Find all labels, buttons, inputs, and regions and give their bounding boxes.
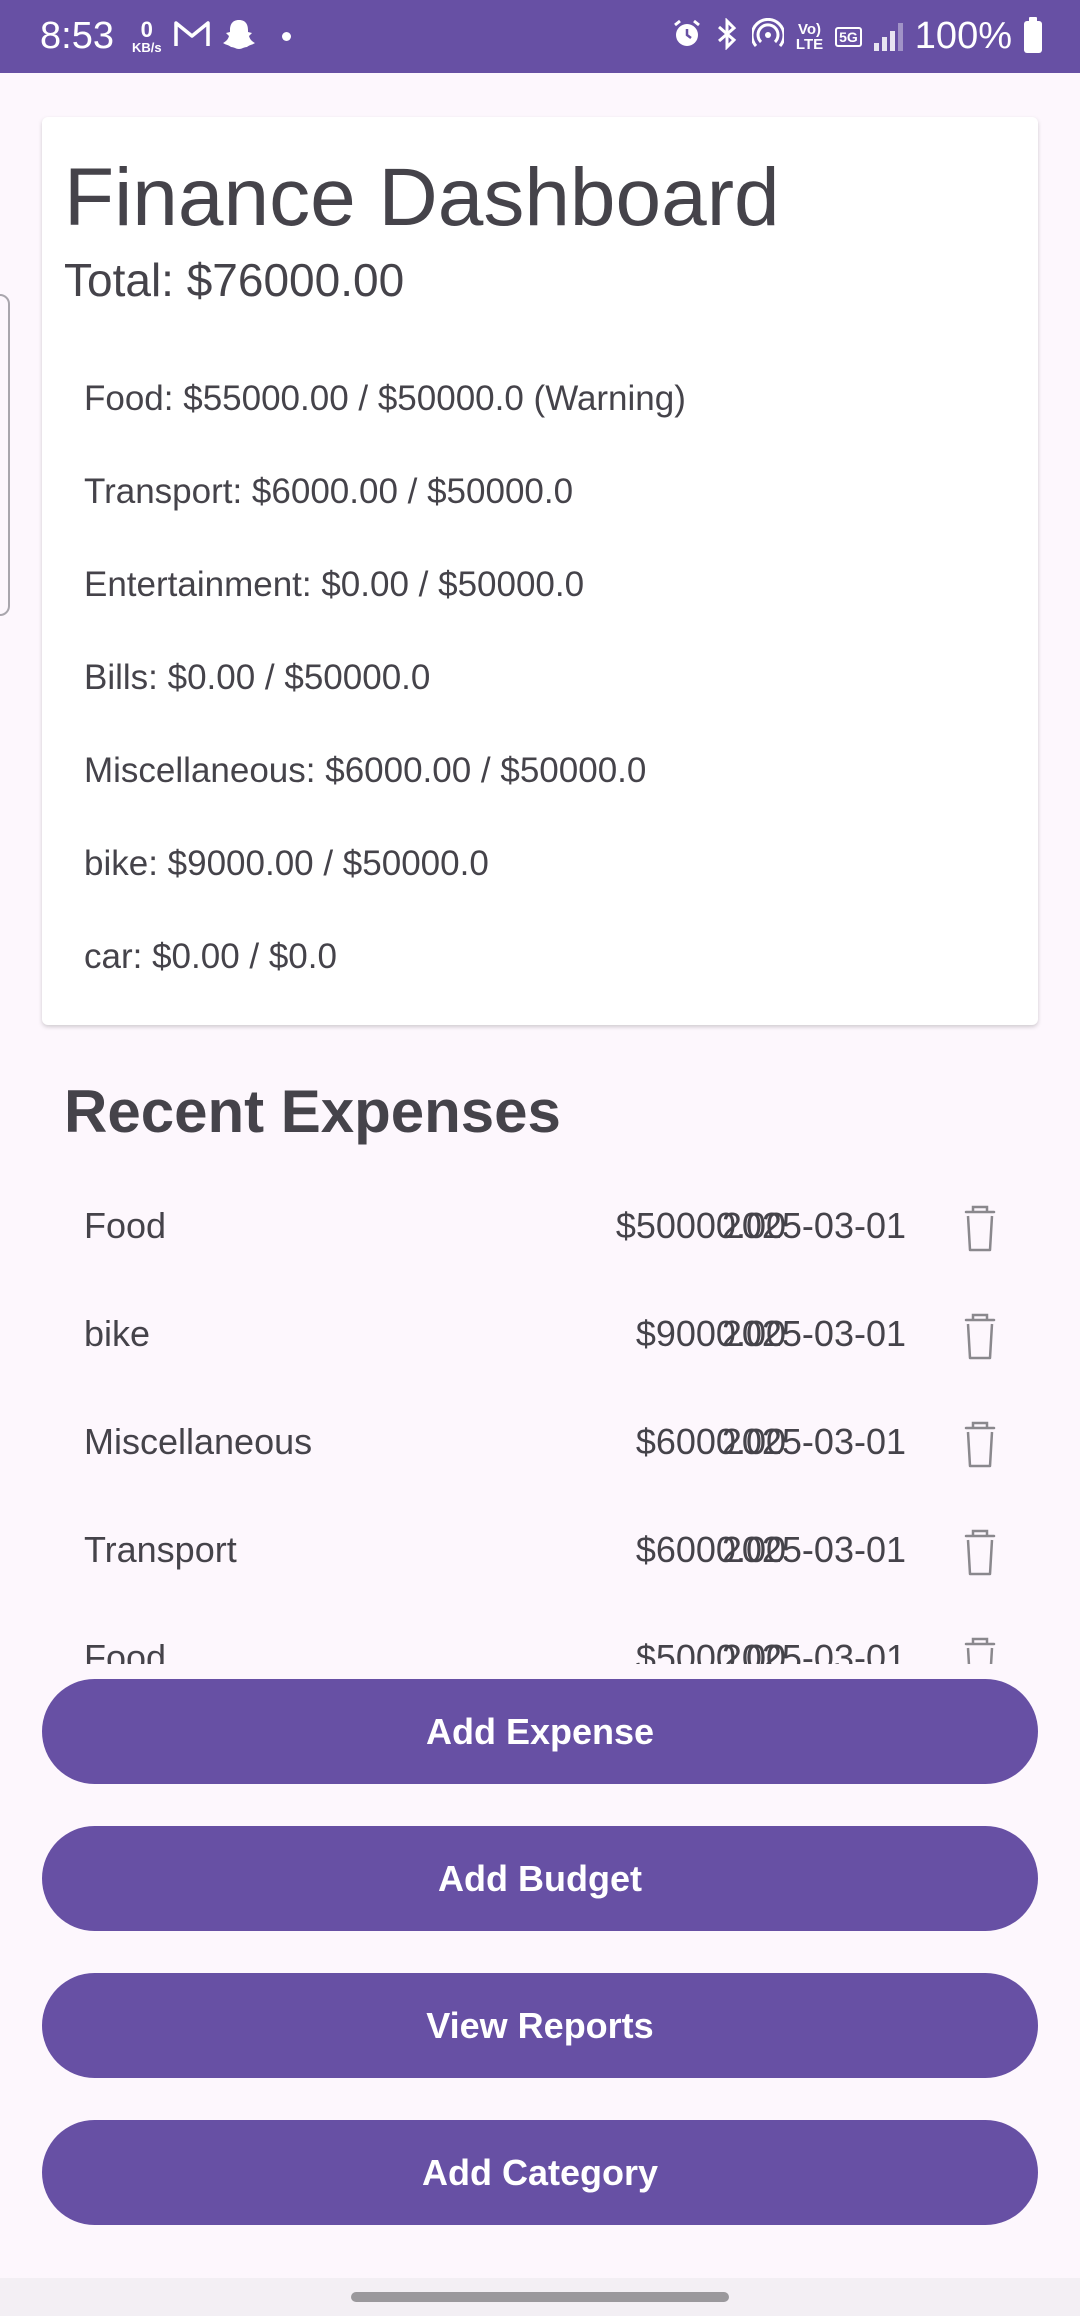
net-speed-indicator: 0 KB/s <box>131 17 162 55</box>
bluetooth-icon <box>714 17 740 55</box>
snapchat-icon <box>222 18 256 55</box>
notification-dot <box>281 32 291 41</box>
volte-indicator: Vo) LTE <box>795 20 824 53</box>
trash-icon[interactable] <box>960 1202 1000 1254</box>
expense-category: Transport <box>84 1529 237 1570</box>
status-bar-right: Vo) LTE 5G 100% <box>672 15 1042 58</box>
budget-item-miscellaneous: Miscellaneous: $6000.00 / $50000.0 <box>84 751 647 790</box>
add-category-button[interactable]: Add Category <box>42 2120 1038 2225</box>
signal-strength-icon <box>873 22 903 51</box>
hotspot-icon <box>750 17 786 55</box>
alarm-icon <box>672 19 702 54</box>
status-bar: 8:53 0 KB/s Vo) LTE 5G 100% <box>0 0 1080 73</box>
expense-date: 2025-03-01 <box>721 1313 906 1354</box>
trash-icon[interactable] <box>960 1418 1000 1470</box>
trash-icon[interactable] <box>960 1526 1000 1578</box>
trash-icon[interactable] <box>960 1310 1000 1362</box>
expense-date: 2025-03-01 <box>721 1529 906 1570</box>
trash-icon[interactable] <box>960 1634 1000 1664</box>
budget-item-food: Food: $55000.00 / $50000.0 (Warning) <box>84 379 686 418</box>
budget-item-transport: Transport: $6000.00 / $50000.0 <box>84 472 574 511</box>
status-time: 8:53 <box>40 15 114 57</box>
gesture-nav-handle[interactable] <box>351 2292 729 2302</box>
budget-item-bills: Bills: $0.00 / $50000.0 <box>84 658 431 697</box>
expense-row: bike $9000.00 2025-03-01 <box>84 1288 1000 1396</box>
page-title: Finance Dashboard <box>64 152 780 243</box>
recent-expenses-title: Recent Expenses <box>64 1078 561 1145</box>
expense-row: Food $5000.00 2025-03-01 <box>84 1612 1000 1664</box>
battery-percent: 100% <box>914 15 1012 57</box>
expense-row: Food $50000.00 2025-03-01 <box>84 1180 1000 1288</box>
budget-list: Food: $55000.00 / $50000.0 (Warning) Tra… <box>84 381 686 1032</box>
network-5g-indicator: 5G <box>835 26 862 47</box>
budget-item-car: car: $0.00 / $0.0 <box>84 937 337 976</box>
expense-category: bike <box>84 1313 151 1354</box>
add-budget-button[interactable]: Add Budget <box>42 1826 1038 1931</box>
total-amount: Total: $76000.00 <box>64 254 405 306</box>
expense-list[interactable]: Food $50000.00 2025-03-01 bike $9000.00 … <box>84 1180 1000 1664</box>
expense-date: 2025-03-01 <box>721 1421 906 1462</box>
add-expense-button[interactable]: Add Expense <box>42 1679 1038 1784</box>
gmail-icon <box>173 20 210 53</box>
battery-icon <box>1024 16 1042 53</box>
net-speed-unit: KB/s <box>131 40 162 55</box>
dashboard-card: Finance Dashboard Total: $76000.00 Food:… <box>42 117 1038 1025</box>
view-reports-button[interactable]: View Reports <box>42 1973 1038 2078</box>
edge-panel-handle[interactable] <box>0 294 10 616</box>
expense-row: Miscellaneous $6000.00 2025-03-01 <box>84 1396 1000 1504</box>
net-speed-value: 0 <box>140 17 153 42</box>
budget-item-bike: bike: $9000.00 / $50000.0 <box>84 844 489 883</box>
expense-category: Food <box>84 1637 167 1665</box>
expense-category: Miscellaneous <box>84 1421 313 1462</box>
expense-date: 2025-03-01 <box>721 1637 906 1665</box>
status-bar-left: 8:53 0 KB/s <box>40 15 291 58</box>
expense-category: Food <box>84 1205 167 1246</box>
expense-row: Transport $6000.00 2025-03-01 <box>84 1504 1000 1612</box>
budget-item-entertainment: Entertainment: $0.00 / $50000.0 <box>84 565 585 604</box>
expense-date: 2025-03-01 <box>721 1205 906 1246</box>
